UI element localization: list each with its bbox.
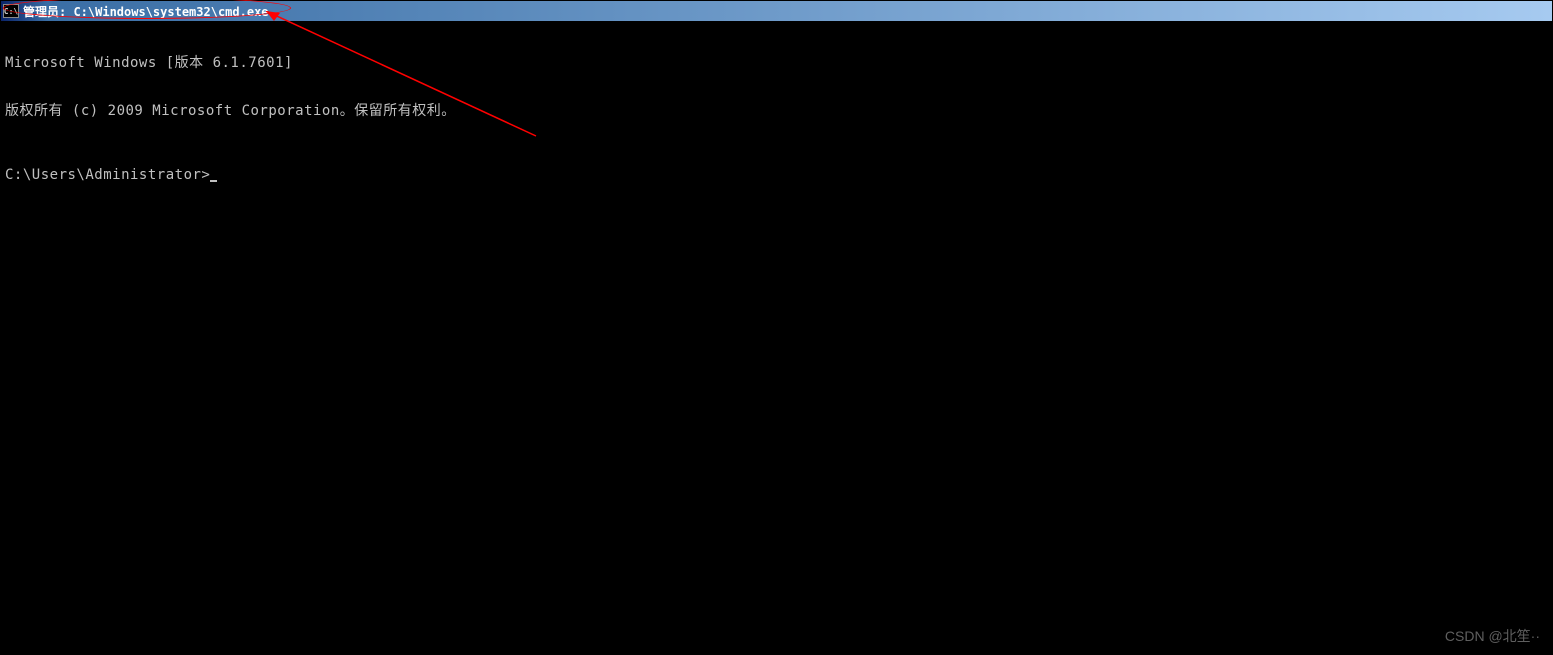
cmd-window: C:\ 管理员: C:\Windows\system32\cmd.exe Mic… bbox=[0, 0, 1553, 655]
cmd-icon: C:\ bbox=[3, 4, 19, 18]
prompt-text: C:\Users\Administrator> bbox=[5, 167, 210, 183]
window-title: 管理员: C:\Windows\system32\cmd.exe bbox=[23, 3, 269, 20]
titlebar[interactable]: C:\ 管理员: C:\Windows\system32\cmd.exe bbox=[1, 1, 1552, 21]
prompt-line: C:\Users\Administrator> bbox=[5, 167, 1548, 183]
terminal-output[interactable]: Microsoft Windows [版本 6.1.7601] 版权所有 (c)… bbox=[1, 21, 1552, 654]
cursor bbox=[210, 180, 217, 182]
copyright-line: 版权所有 (c) 2009 Microsoft Corporation。保留所有… bbox=[5, 103, 1548, 119]
watermark-text: CSDN @北笙·· bbox=[1445, 626, 1540, 646]
version-line: Microsoft Windows [版本 6.1.7601] bbox=[5, 55, 1548, 71]
